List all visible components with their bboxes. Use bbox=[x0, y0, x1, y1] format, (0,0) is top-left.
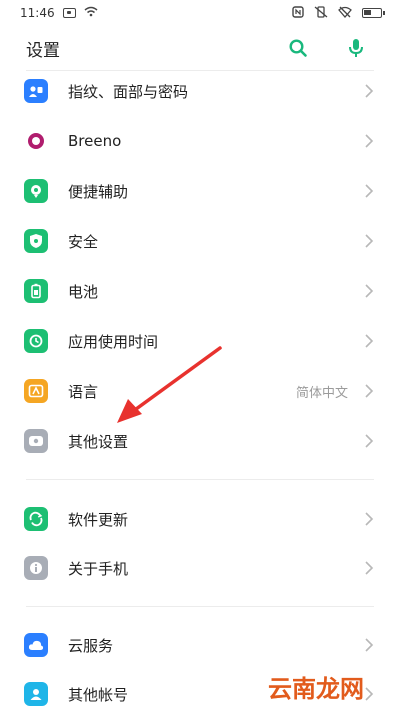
assist-icon bbox=[24, 179, 48, 203]
microphone-icon bbox=[349, 39, 363, 57]
wifi-off-icon bbox=[338, 6, 352, 21]
settings-item-convenient-assist[interactable]: 便捷辅助 bbox=[0, 166, 400, 216]
software-update-icon bbox=[24, 507, 48, 531]
fingerprint-face-icon bbox=[24, 79, 48, 103]
chevron-right-icon bbox=[365, 184, 374, 198]
wifi-icon bbox=[84, 6, 98, 20]
nfc-icon bbox=[292, 5, 304, 21]
accounts-icon bbox=[24, 682, 48, 706]
breeno-icon bbox=[24, 129, 48, 153]
chevron-right-icon bbox=[365, 687, 374, 701]
settings-item-about-phone[interactable]: 关于手机 bbox=[0, 543, 400, 593]
settings-item-label: 安全 bbox=[68, 232, 99, 251]
settings-item-software-update[interactable]: 软件更新 bbox=[0, 494, 400, 544]
chevron-right-icon bbox=[365, 284, 374, 298]
settings-item-label: 其他设置 bbox=[68, 432, 129, 451]
vibrate-mute-icon bbox=[314, 5, 328, 21]
settings-item-fingerprint-face-password[interactable]: 指纹、面部与密码 bbox=[0, 66, 400, 116]
chevron-right-icon bbox=[365, 561, 374, 575]
photo-notification-icon bbox=[62, 8, 76, 18]
other-settings-icon bbox=[24, 429, 48, 453]
battery-status-icon bbox=[362, 8, 385, 18]
language-current-value: 简体中文 bbox=[295, 385, 348, 401]
shield-icon bbox=[24, 229, 48, 253]
settings-item-label: 关于手机 bbox=[68, 559, 129, 578]
chevron-right-icon bbox=[365, 84, 374, 98]
settings-item-label: 便捷辅助 bbox=[68, 182, 129, 201]
status-time: 11:46 bbox=[20, 6, 55, 20]
chevron-right-icon bbox=[365, 512, 374, 526]
chevron-right-icon bbox=[365, 638, 374, 652]
settings-item-battery[interactable]: 电池 bbox=[0, 266, 400, 316]
search-button[interactable] bbox=[284, 34, 312, 62]
settings-item-language[interactable]: 语言 简体中文 bbox=[0, 366, 400, 416]
settings-item-label: 云服务 bbox=[68, 636, 114, 655]
settings-item-label: Breeno bbox=[68, 132, 122, 150]
settings-item-cloud-service[interactable]: 云服务 bbox=[0, 620, 400, 670]
chevron-right-icon bbox=[365, 134, 374, 148]
settings-item-breeno[interactable]: Breeno bbox=[0, 116, 400, 166]
chevron-right-icon bbox=[365, 384, 374, 398]
voice-search-button[interactable] bbox=[342, 34, 370, 62]
section-divider bbox=[26, 606, 374, 607]
section-divider bbox=[26, 479, 374, 480]
app-usage-icon bbox=[24, 329, 48, 353]
settings-item-app-usage-time[interactable]: 应用使用时间 bbox=[0, 316, 400, 366]
chevron-right-icon bbox=[365, 334, 374, 348]
header: 设置 bbox=[0, 28, 400, 68]
page-title: 设置 bbox=[26, 40, 60, 61]
settings-item-label: 指纹、面部与密码 bbox=[68, 82, 189, 101]
cloud-icon bbox=[24, 633, 48, 657]
watermark-logo: 云南龙网 bbox=[268, 674, 364, 703]
settings-item-label: 语言 bbox=[68, 382, 99, 401]
chevron-right-icon bbox=[365, 234, 374, 248]
settings-item-label: 应用使用时间 bbox=[68, 332, 159, 351]
chevron-right-icon bbox=[365, 434, 374, 448]
battery-icon bbox=[24, 279, 48, 303]
status-bar: 11:46 bbox=[0, 0, 400, 26]
settings-item-other-settings[interactable]: 其他设置 bbox=[0, 416, 400, 466]
language-icon bbox=[24, 379, 48, 403]
search-icon bbox=[289, 39, 307, 57]
settings-item-label: 其他帐号 bbox=[68, 685, 129, 704]
about-phone-icon bbox=[24, 556, 48, 580]
settings-item-security[interactable]: 安全 bbox=[0, 216, 400, 266]
settings-item-label: 软件更新 bbox=[68, 510, 129, 529]
settings-item-label: 电池 bbox=[68, 282, 99, 301]
